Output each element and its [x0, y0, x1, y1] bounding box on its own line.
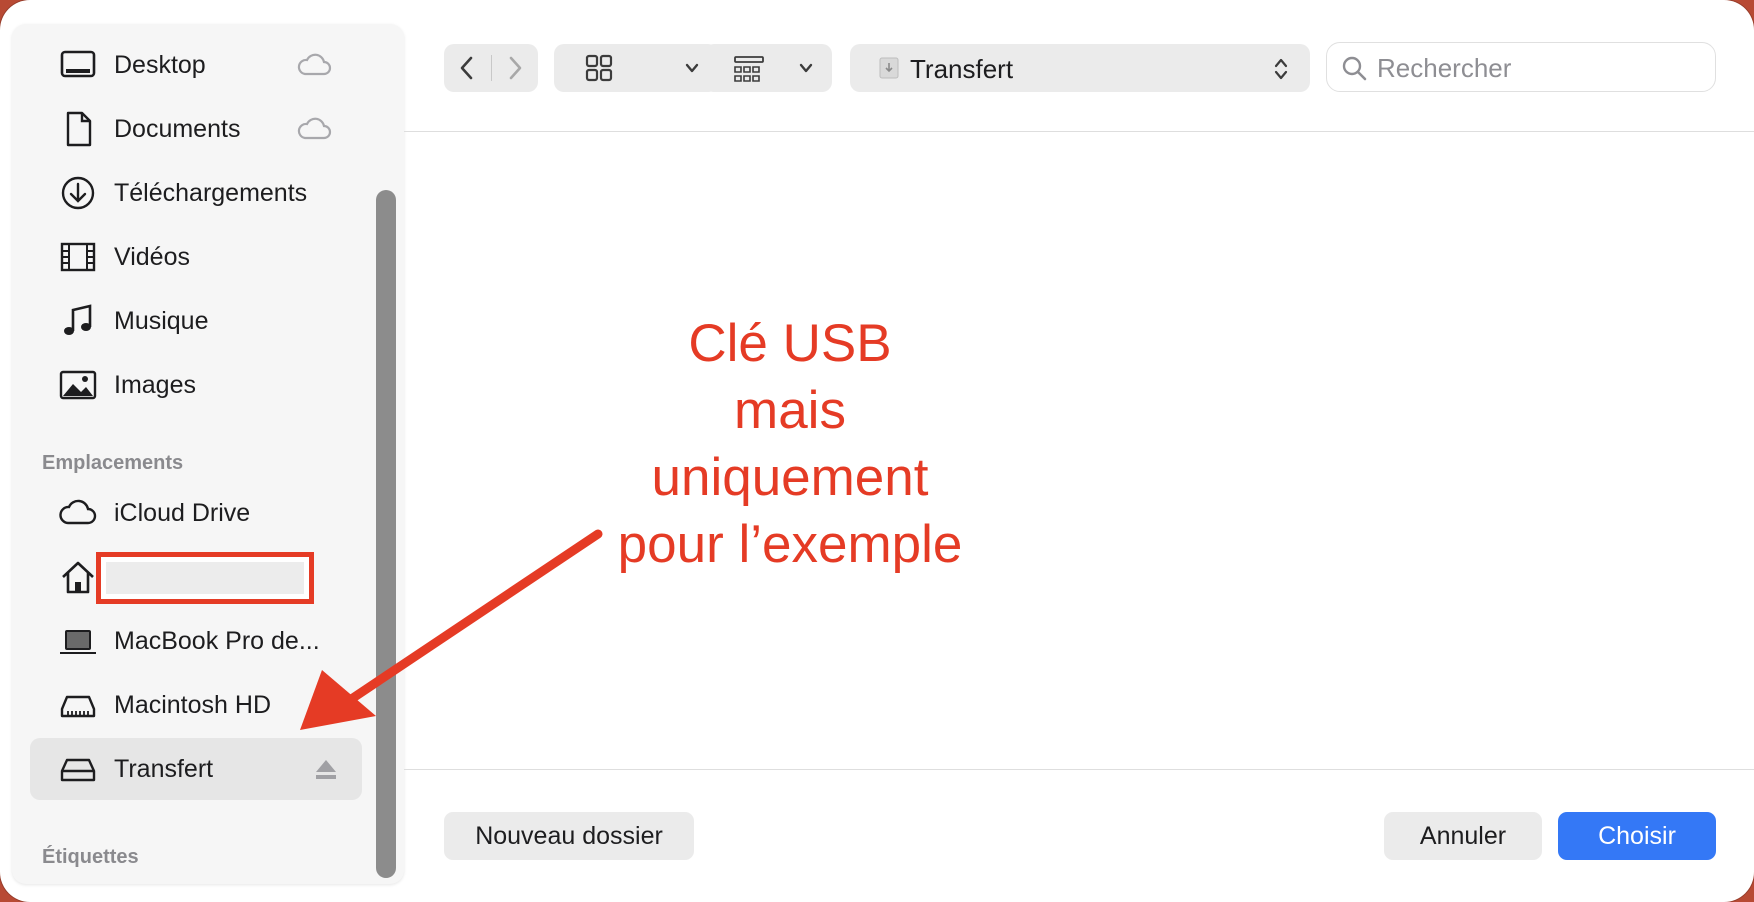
forward-button[interactable]: [491, 44, 538, 92]
new-folder-button[interactable]: Nouveau dossier: [444, 812, 694, 860]
sidebar-item-label: Téléchargements: [114, 178, 308, 207]
sidebar-item-label: Transfert: [114, 754, 214, 783]
location-popup-label: Transfert: [910, 54, 1014, 84]
cloud-icon: [56, 491, 100, 535]
sidebar-item-label: Macintosh HD: [114, 690, 271, 719]
laptop-icon: [56, 619, 100, 663]
group-view-button[interactable]: [704, 44, 832, 92]
navigation-buttons: [444, 44, 538, 92]
chevron-up-down-icon: [1274, 58, 1288, 80]
sidebar-item-label: Musique: [114, 306, 209, 335]
annotation-line: Clé USB: [688, 314, 892, 373]
chevron-down-icon: [799, 63, 813, 73]
annotation-arrow: [300, 529, 603, 730]
film-icon: [56, 235, 100, 279]
search-icon: [1342, 56, 1367, 81]
sidebar-heading-tags: Étiquettes: [42, 846, 139, 868]
document-icon: [56, 107, 100, 151]
internal-disk-icon: [56, 683, 100, 727]
icon-view-button[interactable]: [554, 44, 718, 92]
footer-divider: [404, 769, 1754, 770]
eject-icon[interactable]: [314, 756, 338, 782]
icloud-status-icon: [297, 117, 332, 140]
sidebar-item-label: Vidéos: [114, 242, 190, 271]
chevron-down-icon: [685, 63, 699, 73]
location-popup[interactable]: Transfert: [850, 44, 1310, 92]
file-chooser-dialog: Desktop Documents Téléchargements Vidéos: [0, 0, 1754, 902]
sidebar-item-label: Desktop: [114, 50, 206, 79]
sidebar-scrollbar[interactable]: [376, 30, 398, 878]
sidebar-heading-locations: Emplacements: [42, 452, 184, 474]
sidebar-item-images[interactable]: Images: [30, 354, 362, 416]
search-input[interactable]: [1375, 51, 1699, 85]
sidebar-item-desktop[interactable]: Desktop: [30, 34, 362, 96]
annotation-line: pour l’exemple: [617, 515, 963, 574]
icloud-status-icon: [297, 53, 332, 76]
group-grid-icon: [734, 56, 764, 82]
annotation-text: Clé USB mais uniquement pour l’exemple: [590, 310, 990, 578]
annotation-line: mais: [734, 381, 846, 440]
desktop-icon: [56, 43, 100, 87]
external-disk-icon: [56, 747, 100, 791]
choose-button[interactable]: Choisir: [1558, 812, 1716, 860]
sidebar-item-music[interactable]: Musique: [30, 290, 362, 352]
sidebar-item-label: Images: [114, 370, 196, 399]
download-icon: [56, 171, 100, 215]
sidebar-item-label: iCloud Drive: [114, 498, 251, 527]
photo-icon: [56, 363, 100, 407]
sidebar-item-downloads[interactable]: Téléchargements: [30, 162, 362, 224]
cancel-button[interactable]: Annuler: [1384, 812, 1542, 860]
chevron-right-icon: [509, 56, 522, 80]
music-note-icon: [56, 299, 100, 343]
grid-view-icon: [585, 54, 613, 82]
chevron-left-icon: [460, 56, 473, 80]
sidebar: Desktop Documents Téléchargements Vidéos: [12, 24, 404, 884]
sidebar-item-label: Documents: [114, 114, 241, 143]
usb-disk-icon: [879, 57, 899, 79]
home-icon: [56, 555, 100, 599]
sidebar-item-videos[interactable]: Vidéos: [30, 226, 362, 288]
annotation-line: uniquement: [651, 448, 929, 507]
back-button[interactable]: [444, 44, 491, 92]
sidebar-item-documents[interactable]: Documents: [30, 98, 362, 160]
search-field[interactable]: [1326, 42, 1716, 92]
